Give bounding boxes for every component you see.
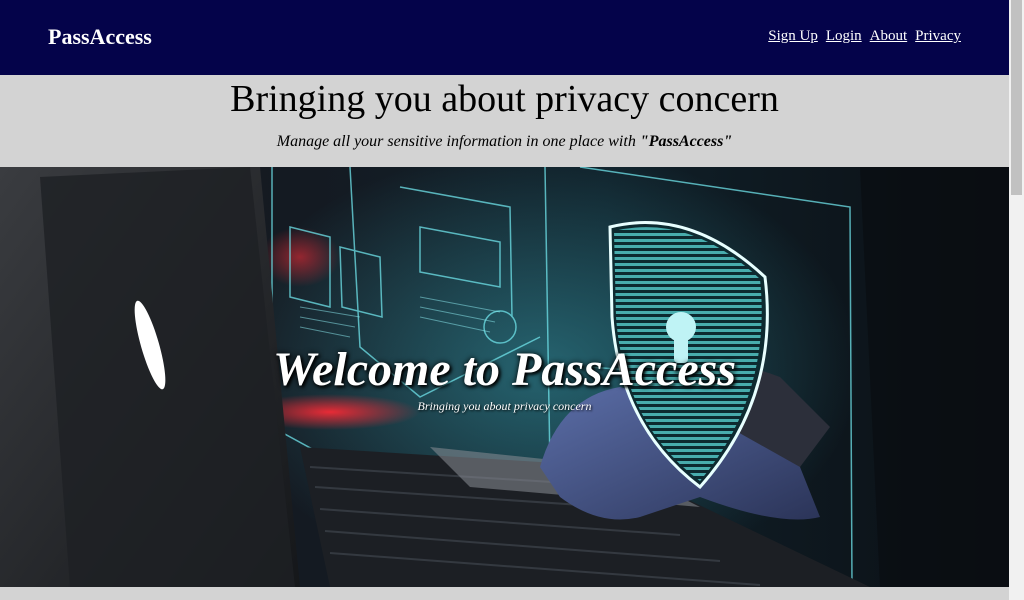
bottom-section bbox=[0, 587, 1009, 600]
page-scrollbar[interactable] bbox=[1009, 0, 1024, 600]
hero-subtitle: Bringing you about privacy concern bbox=[417, 399, 592, 413]
intro-tagline: Manage all your sensitive information in… bbox=[0, 133, 1009, 151]
scrollbar-thumb[interactable] bbox=[1011, 0, 1022, 195]
nav-links: Sign Up Login About Privacy bbox=[768, 28, 961, 45]
intro-section: Bringing you about privacy concern Manag… bbox=[0, 75, 1009, 167]
hero-title: Welcome to PassAccess bbox=[272, 343, 736, 396]
intro-tagline-brand: "PassAccess" bbox=[639, 133, 733, 150]
intro-heading: Bringing you about privacy concern bbox=[230, 78, 779, 120]
nav-link-about[interactable]: About bbox=[870, 28, 908, 45]
nav-link-sign-up[interactable]: Sign Up bbox=[768, 28, 818, 45]
navbar: PassAccess Sign Up Login About Privacy bbox=[0, 0, 1009, 75]
hero-banner: Welcome to PassAccess Bringing you about… bbox=[0, 167, 1009, 587]
brand-logo[interactable]: PassAccess bbox=[48, 24, 152, 50]
nav-link-login[interactable]: Login bbox=[826, 28, 862, 45]
nav-link-privacy[interactable]: Privacy bbox=[915, 28, 961, 45]
page: PassAccess Sign Up Login About Privacy B… bbox=[0, 0, 1009, 600]
intro-tagline-text: Manage all your sensitive information in… bbox=[276, 133, 640, 150]
